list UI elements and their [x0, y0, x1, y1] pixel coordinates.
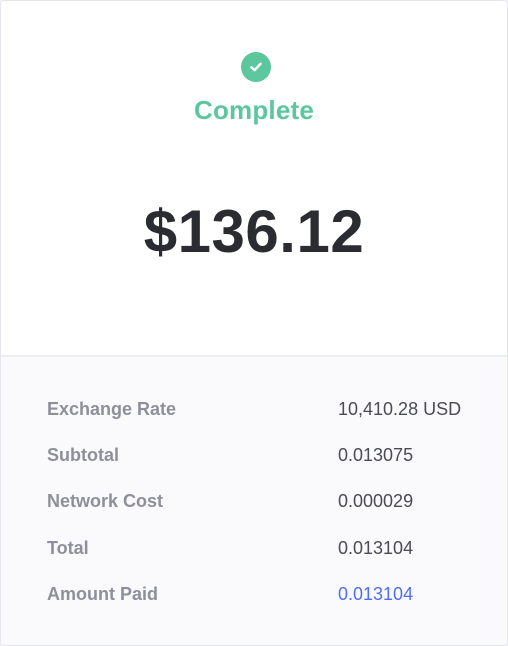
- detail-row-total: Total 0.013104: [1, 538, 507, 562]
- detail-row-network-cost: Network Cost 0.000029: [1, 491, 507, 515]
- check-circle-icon: [241, 52, 271, 82]
- detail-row-exchange-rate: Exchange Rate 10,410.28 USD: [1, 399, 507, 423]
- detail-label: Total: [47, 538, 89, 558]
- details-section: Exchange Rate 10,410.28 USD Subtotal 0.0…: [1, 357, 507, 645]
- detail-value: 0.013075: [338, 445, 414, 465]
- detail-label: Amount Paid: [47, 584, 158, 604]
- detail-label: Subtotal: [47, 445, 119, 465]
- detail-value: 0.000029: [338, 491, 414, 511]
- detail-value: 0.013104: [338, 538, 414, 558]
- payment-amount: $136.12: [143, 198, 365, 265]
- status-label: Complete: [193, 95, 315, 125]
- detail-value: 10,410.28 USD: [338, 399, 462, 419]
- payment-receipt-card: Complete $136.12 Exchange Rate 10,410.28…: [0, 0, 508, 646]
- detail-label: Network Cost: [47, 491, 164, 511]
- detail-row-amount-paid: Amount Paid 0.013104: [1, 584, 507, 608]
- detail-row-subtotal: Subtotal 0.013075: [1, 445, 507, 469]
- summary-section: Complete $136.12: [1, 1, 507, 355]
- amount-paid-link[interactable]: 0.013104: [338, 584, 413, 605]
- detail-label: Exchange Rate: [47, 399, 177, 419]
